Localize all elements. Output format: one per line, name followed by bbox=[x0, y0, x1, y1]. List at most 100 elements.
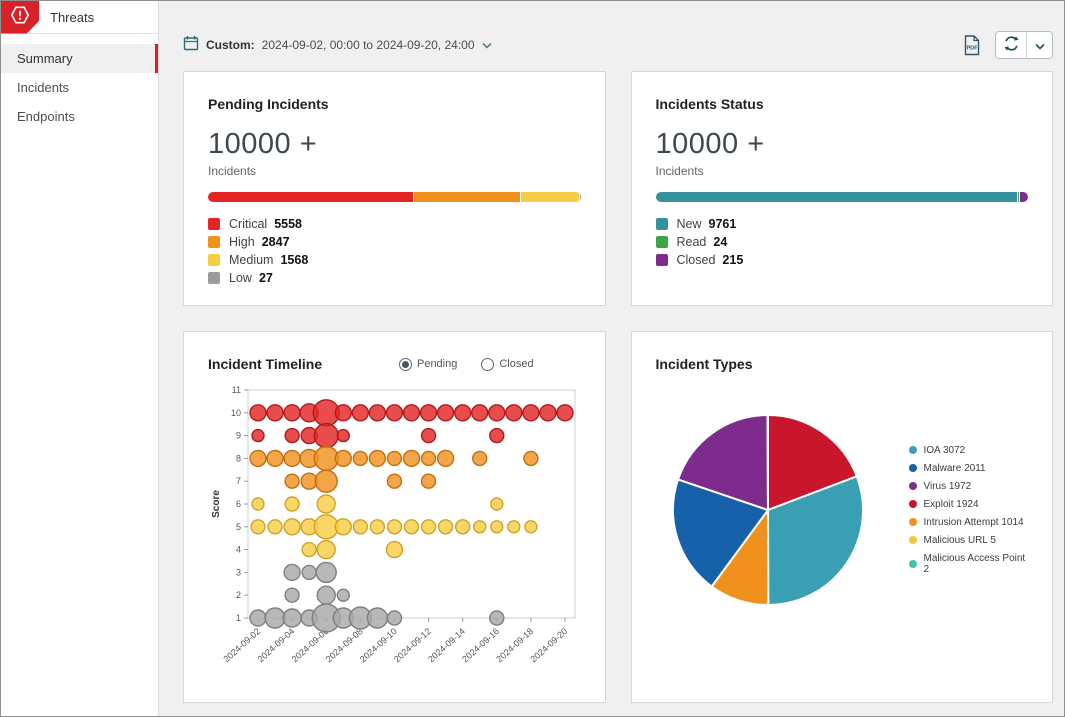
bubble bbox=[369, 405, 385, 421]
legend-label: Low bbox=[229, 271, 252, 285]
date-range-label: Custom: bbox=[206, 38, 255, 52]
date-range-picker[interactable]: Custom: 2024-09-02, 00:00 to 2024-09-20,… bbox=[183, 35, 492, 56]
legend-value: 1568 bbox=[280, 253, 308, 267]
legend-swatch bbox=[656, 236, 668, 248]
sidebar-header: Threats bbox=[1, 1, 158, 34]
bubble bbox=[387, 611, 401, 625]
timeline-chart-area: 12345678910112024-09-022024-09-042024-09… bbox=[208, 380, 581, 687]
bubble bbox=[422, 520, 436, 534]
bubble bbox=[472, 405, 488, 421]
bubble bbox=[250, 405, 266, 421]
bubble bbox=[525, 521, 537, 533]
pie-chart bbox=[656, 382, 871, 637]
pdf-icon-label: PDF bbox=[967, 45, 979, 51]
bubble bbox=[473, 451, 487, 465]
pie-legend-item: Virus 1972 bbox=[909, 481, 1029, 492]
bubble bbox=[367, 608, 387, 628]
pie-legend-item: Malicious Access Point 2 bbox=[909, 553, 1029, 575]
bar-segment-low bbox=[580, 192, 581, 202]
toolbar-actions: PDF bbox=[963, 31, 1053, 59]
bubble bbox=[524, 451, 538, 465]
timeline-controls: Pending Closed bbox=[352, 358, 580, 371]
pie-legend-dot bbox=[909, 500, 917, 508]
radio-pending[interactable]: Pending bbox=[399, 358, 457, 371]
legend-label: Critical bbox=[229, 217, 267, 231]
refresh-dropdown-button[interactable] bbox=[1026, 32, 1052, 58]
svg-text:8: 8 bbox=[236, 453, 241, 463]
app-window: Threats Summary Incidents Endpoints Cust… bbox=[0, 0, 1065, 717]
bubble bbox=[317, 495, 335, 513]
legend-label: High bbox=[229, 235, 255, 249]
legend-value: 2847 bbox=[262, 235, 290, 249]
bubble bbox=[267, 405, 283, 421]
radio-circle[interactable] bbox=[399, 358, 412, 371]
sidebar-item-endpoints[interactable]: Endpoints bbox=[1, 102, 158, 131]
incident-timeline-card: Incident Timeline PendingClosed 12345678… bbox=[183, 331, 606, 703]
legend-swatch bbox=[656, 254, 668, 266]
legend-label: Closed bbox=[677, 253, 716, 267]
bubble bbox=[523, 405, 539, 421]
card-title: Incident Timeline bbox=[208, 356, 322, 372]
bubble bbox=[404, 405, 420, 421]
pdf-export-button[interactable]: PDF bbox=[963, 35, 981, 56]
chevron-down-icon bbox=[1035, 38, 1045, 53]
sidebar-item-summary[interactable]: Summary bbox=[1, 44, 158, 73]
refresh-split-button bbox=[995, 31, 1053, 59]
bubble bbox=[317, 586, 335, 604]
bubble bbox=[455, 405, 471, 421]
bubble bbox=[335, 405, 351, 421]
sidebar-item-incidents[interactable]: Incidents bbox=[1, 73, 158, 102]
bubble bbox=[268, 520, 282, 534]
pending-incidents-count: 10000 + bbox=[208, 128, 581, 161]
refresh-icon bbox=[1003, 35, 1020, 55]
incidents-status-card: Incidents Status 10000 + Incidents New97… bbox=[631, 71, 1054, 306]
bubble bbox=[252, 498, 264, 510]
refresh-button[interactable] bbox=[996, 32, 1026, 58]
radio-circle[interactable] bbox=[481, 358, 494, 371]
bubble bbox=[387, 474, 401, 488]
timeline-header: Incident Timeline Pending Closed bbox=[208, 356, 581, 372]
legend-item-closed: Closed 215 bbox=[656, 251, 1029, 269]
svg-text:6: 6 bbox=[236, 499, 241, 509]
bar-segment-closed bbox=[1020, 192, 1028, 202]
bubble bbox=[285, 588, 299, 602]
legend-swatch bbox=[208, 218, 220, 230]
svg-text:4: 4 bbox=[236, 545, 241, 555]
bubble bbox=[250, 450, 266, 466]
legend-value: 215 bbox=[722, 253, 743, 267]
bubble bbox=[506, 405, 522, 421]
bubble bbox=[508, 521, 520, 533]
legend-swatch bbox=[208, 254, 220, 266]
pie-legend-dot bbox=[909, 446, 917, 454]
legend-item-high: High 2847 bbox=[208, 233, 581, 251]
bubble bbox=[474, 521, 486, 533]
main-content: Custom: 2024-09-02, 00:00 to 2024-09-20,… bbox=[159, 1, 1064, 716]
bar-segment-new bbox=[656, 192, 1018, 202]
bubble bbox=[387, 451, 401, 465]
bar-segment-critical bbox=[208, 192, 413, 202]
radio-closed[interactable]: Closed bbox=[481, 358, 533, 371]
legend-swatch bbox=[208, 236, 220, 248]
bubble bbox=[386, 542, 402, 558]
pie-legend-dot bbox=[909, 518, 917, 526]
threats-badge bbox=[1, 1, 39, 34]
radio-label: Closed bbox=[499, 358, 533, 370]
bar-segment-medium bbox=[521, 192, 579, 202]
bubble bbox=[302, 543, 316, 557]
calendar-icon bbox=[183, 35, 199, 56]
bubble bbox=[250, 610, 266, 626]
pending-incidents-bar bbox=[208, 192, 581, 202]
bubble bbox=[456, 520, 470, 534]
legend-value: 9761 bbox=[709, 217, 737, 231]
legend-value: 27 bbox=[259, 271, 273, 285]
svg-text:Score: Score bbox=[211, 490, 222, 518]
pending-incidents-card: Pending Incidents 10000 + Incidents Crit… bbox=[183, 71, 606, 306]
pie-legend-item: Intrusion Attempt 1014 bbox=[909, 517, 1029, 528]
bubble bbox=[540, 405, 556, 421]
bubble bbox=[557, 405, 573, 421]
pending-incidents-legend: Critical5558High2847Medium1568Low27 bbox=[208, 215, 581, 287]
svg-text:3: 3 bbox=[236, 567, 241, 577]
pending-incidents-caption: Incidents bbox=[208, 164, 581, 178]
pie-legend: IOA 3072Malware 2011Virus 1972Exploit 19… bbox=[909, 445, 1029, 575]
bubble bbox=[404, 450, 420, 466]
